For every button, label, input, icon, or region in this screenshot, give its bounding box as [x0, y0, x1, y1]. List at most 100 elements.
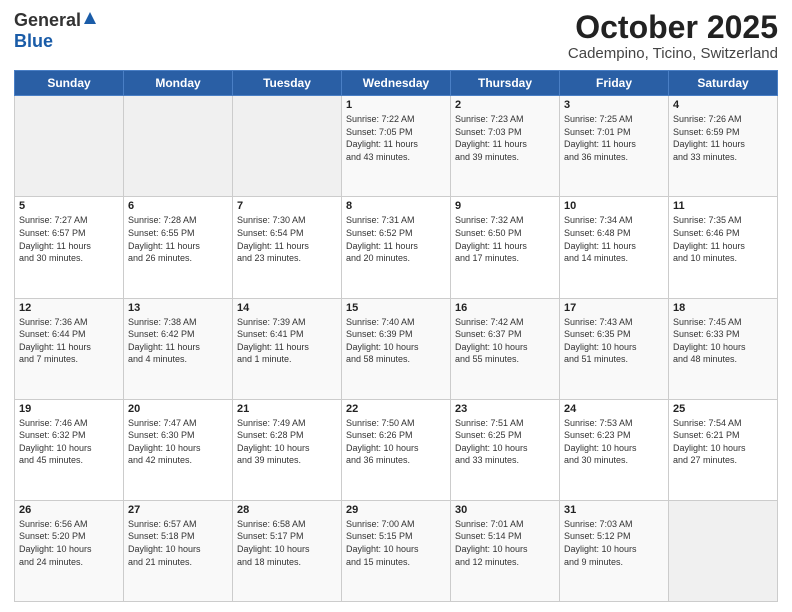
day-number: 24: [564, 403, 664, 415]
logo-general: General: [14, 10, 81, 31]
day-number: 11: [673, 200, 773, 212]
calendar-cell: 14 Sunrise: 7:39 AM Sunset: 6:41 PM Dayli…: [233, 298, 342, 399]
calendar-cell: 15Sunrise: 7:40 AM Sunset: 6:39 PM Dayli…: [342, 298, 451, 399]
calendar-table: SundayMondayTuesdayWednesdayThursdayFrid…: [14, 70, 778, 602]
header: General Blue October 2025 Cadempino, Tic…: [14, 10, 778, 62]
day-number: 31: [564, 504, 664, 516]
calendar-week-3: 12 Sunrise: 7:36 AM Sunset: 6:44 PM Dayli…: [15, 298, 778, 399]
day-detail: Sunrise: 7:00 AM Sunset: 5:15 PM Dayligh…: [346, 518, 446, 568]
logo-triangle-icon: [83, 11, 97, 30]
calendar-cell: 22 Sunrise: 7:50 AM Sunset: 6:26 PM Dayli…: [342, 399, 451, 500]
calendar-cell: 3Sunrise: 7:25 AM Sunset: 7:01 PM Daylig…: [560, 96, 669, 197]
day-number: 21: [237, 403, 337, 415]
day-detail: Sunrise: 7:51 AM Sunset: 6:25 PM Dayligh…: [455, 417, 555, 467]
weekday-header-wednesday: Wednesday: [342, 71, 451, 96]
calendar-cell: 11 Sunrise: 7:35 AM Sunset: 6:46 PM Dayli…: [669, 197, 778, 298]
calendar-week-2: 5 Sunrise: 7:27 AM Sunset: 6:57 PM Daylig…: [15, 197, 778, 298]
day-detail: Sunrise: 7:32 AM Sunset: 6:50 PM Dayligh…: [455, 214, 555, 264]
weekday-header-monday: Monday: [124, 71, 233, 96]
day-number: 15: [346, 302, 446, 314]
day-detail: Sunrise: 6:56 AM Sunset: 5:20 PM Dayligh…: [19, 518, 119, 568]
day-number: 25: [673, 403, 773, 415]
day-detail: Sunrise: 7:27 AM Sunset: 6:57 PM Dayligh…: [19, 214, 119, 264]
calendar-cell: 13Sunrise: 7:38 AM Sunset: 6:42 PM Dayli…: [124, 298, 233, 399]
day-number: 29: [346, 504, 446, 516]
calendar-cell: 18 Sunrise: 7:45 AM Sunset: 6:33 PM Dayli…: [669, 298, 778, 399]
logo: General Blue: [14, 10, 98, 52]
day-detail: Sunrise: 7:03 AM Sunset: 5:12 PM Dayligh…: [564, 518, 664, 568]
day-detail: Sunrise: 7:49 AM Sunset: 6:28 PM Dayligh…: [237, 417, 337, 467]
calendar-cell: 19Sunrise: 7:46 AM Sunset: 6:32 PM Dayli…: [15, 399, 124, 500]
calendar-cell: [124, 96, 233, 197]
day-number: 16: [455, 302, 555, 314]
calendar-cell: 28Sunrise: 6:58 AM Sunset: 5:17 PM Dayli…: [233, 500, 342, 601]
subtitle: Cadempino, Ticino, Switzerland: [568, 45, 778, 62]
calendar-cell: 21 Sunrise: 7:49 AM Sunset: 6:28 PM Dayli…: [233, 399, 342, 500]
day-detail: Sunrise: 7:34 AM Sunset: 6:48 PM Dayligh…: [564, 214, 664, 264]
day-number: 8: [346, 200, 446, 212]
day-detail: Sunrise: 7:46 AM Sunset: 6:32 PM Dayligh…: [19, 417, 119, 467]
day-number: 1: [346, 99, 446, 111]
calendar-cell: 5 Sunrise: 7:27 AM Sunset: 6:57 PM Daylig…: [15, 197, 124, 298]
weekday-header-friday: Friday: [560, 71, 669, 96]
day-detail: Sunrise: 7:35 AM Sunset: 6:46 PM Dayligh…: [673, 214, 773, 264]
day-detail: Sunrise: 7:43 AM Sunset: 6:35 PM Dayligh…: [564, 316, 664, 366]
day-number: 6: [128, 200, 228, 212]
day-number: 22: [346, 403, 446, 415]
calendar-cell: 23 Sunrise: 7:51 AM Sunset: 6:25 PM Dayli…: [451, 399, 560, 500]
calendar-cell: 8 Sunrise: 7:31 AM Sunset: 6:52 PM Daylig…: [342, 197, 451, 298]
calendar-cell: 25 Sunrise: 7:54 AM Sunset: 6:21 PM Dayli…: [669, 399, 778, 500]
day-detail: Sunrise: 6:58 AM Sunset: 5:17 PM Dayligh…: [237, 518, 337, 568]
calendar-cell: 6 Sunrise: 7:28 AM Sunset: 6:55 PM Daylig…: [124, 197, 233, 298]
calendar-week-5: 26 Sunrise: 6:56 AM Sunset: 5:20 PM Dayli…: [15, 500, 778, 601]
day-number: 27: [128, 504, 228, 516]
day-detail: Sunrise: 7:25 AM Sunset: 7:01 PM Dayligh…: [564, 113, 664, 163]
day-detail: Sunrise: 7:22 AM Sunset: 7:05 PM Dayligh…: [346, 113, 446, 163]
logo-blue: Blue: [14, 31, 53, 51]
day-detail: Sunrise: 7:28 AM Sunset: 6:55 PM Dayligh…: [128, 214, 228, 264]
day-detail: Sunrise: 7:39 AM Sunset: 6:41 PM Dayligh…: [237, 316, 337, 366]
day-detail: Sunrise: 7:36 AM Sunset: 6:44 PM Dayligh…: [19, 316, 119, 366]
calendar-week-1: 1 Sunrise: 7:22 AM Sunset: 7:05 PM Daylig…: [15, 96, 778, 197]
day-number: 4: [673, 99, 773, 111]
weekday-header-row: SundayMondayTuesdayWednesdayThursdayFrid…: [15, 71, 778, 96]
weekday-header-thursday: Thursday: [451, 71, 560, 96]
calendar-cell: [669, 500, 778, 601]
page: General Blue October 2025 Cadempino, Tic…: [0, 0, 792, 612]
day-number: 10: [564, 200, 664, 212]
calendar-cell: 10 Sunrise: 7:34 AM Sunset: 6:48 PM Dayli…: [560, 197, 669, 298]
calendar-cell: 2Sunrise: 7:23 AM Sunset: 7:03 PM Daylig…: [451, 96, 560, 197]
day-number: 5: [19, 200, 119, 212]
calendar-cell: 1 Sunrise: 7:22 AM Sunset: 7:05 PM Daylig…: [342, 96, 451, 197]
day-detail: Sunrise: 7:38 AM Sunset: 6:42 PM Dayligh…: [128, 316, 228, 366]
weekday-header-saturday: Saturday: [669, 71, 778, 96]
calendar-cell: 17Sunrise: 7:43 AM Sunset: 6:35 PM Dayli…: [560, 298, 669, 399]
calendar-cell: 16Sunrise: 7:42 AM Sunset: 6:37 PM Dayli…: [451, 298, 560, 399]
day-detail: Sunrise: 6:57 AM Sunset: 5:18 PM Dayligh…: [128, 518, 228, 568]
day-detail: Sunrise: 7:45 AM Sunset: 6:33 PM Dayligh…: [673, 316, 773, 366]
day-number: 14: [237, 302, 337, 314]
calendar-cell: 29 Sunrise: 7:00 AM Sunset: 5:15 PM Dayli…: [342, 500, 451, 601]
day-detail: Sunrise: 7:31 AM Sunset: 6:52 PM Dayligh…: [346, 214, 446, 264]
month-title: October 2025: [568, 10, 778, 45]
day-number: 7: [237, 200, 337, 212]
day-detail: Sunrise: 7:50 AM Sunset: 6:26 PM Dayligh…: [346, 417, 446, 467]
day-number: 23: [455, 403, 555, 415]
calendar-cell: 20 Sunrise: 7:47 AM Sunset: 6:30 PM Dayli…: [124, 399, 233, 500]
day-number: 9: [455, 200, 555, 212]
title-block: October 2025 Cadempino, Ticino, Switzerl…: [568, 10, 778, 62]
day-detail: Sunrise: 7:01 AM Sunset: 5:14 PM Dayligh…: [455, 518, 555, 568]
calendar-cell: [15, 96, 124, 197]
day-number: 26: [19, 504, 119, 516]
calendar-cell: 26 Sunrise: 6:56 AM Sunset: 5:20 PM Dayli…: [15, 500, 124, 601]
calendar-cell: 7Sunrise: 7:30 AM Sunset: 6:54 PM Daylig…: [233, 197, 342, 298]
day-detail: Sunrise: 7:47 AM Sunset: 6:30 PM Dayligh…: [128, 417, 228, 467]
calendar-cell: 24Sunrise: 7:53 AM Sunset: 6:23 PM Dayli…: [560, 399, 669, 500]
day-detail: Sunrise: 7:54 AM Sunset: 6:21 PM Dayligh…: [673, 417, 773, 467]
day-number: 12: [19, 302, 119, 314]
day-detail: Sunrise: 7:23 AM Sunset: 7:03 PM Dayligh…: [455, 113, 555, 163]
day-number: 18: [673, 302, 773, 314]
calendar-cell: 9 Sunrise: 7:32 AM Sunset: 6:50 PM Daylig…: [451, 197, 560, 298]
calendar-cell: 31 Sunrise: 7:03 AM Sunset: 5:12 PM Dayli…: [560, 500, 669, 601]
day-number: 20: [128, 403, 228, 415]
